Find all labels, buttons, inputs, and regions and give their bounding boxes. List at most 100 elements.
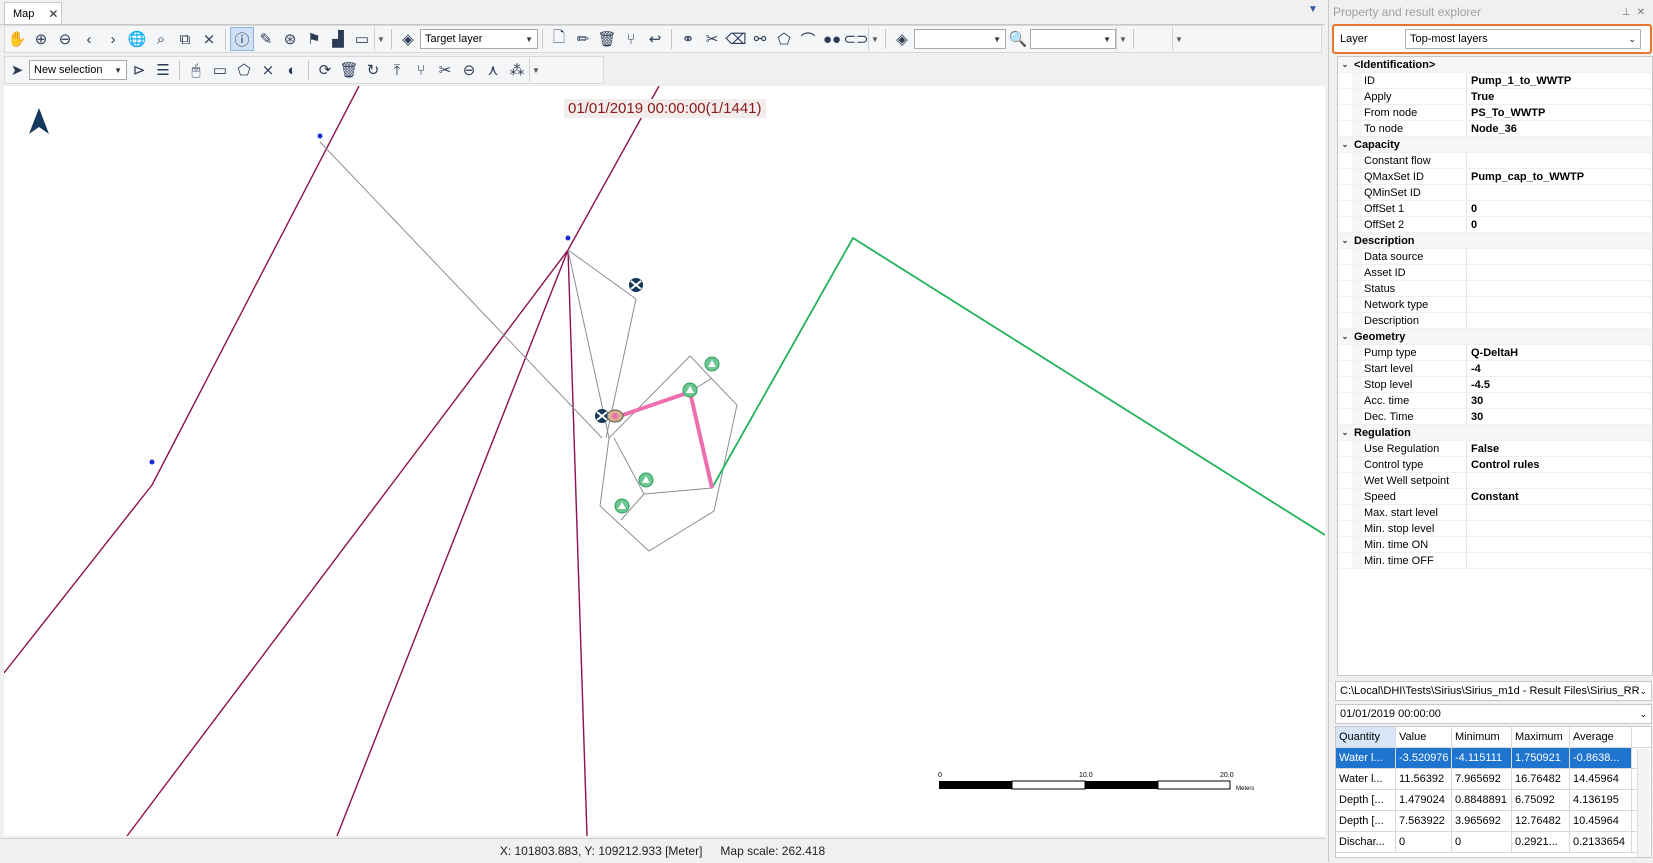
- property-row[interactable]: Acc. time 30: [1338, 393, 1652, 409]
- result-table-scrollbar[interactable]: [1637, 749, 1650, 857]
- filter-selection-icon[interactable]: ⊳: [127, 58, 151, 82]
- close-icon[interactable]: ✕: [48, 7, 58, 21]
- result-file-select[interactable]: C:\Local\DHI\Tests\Sirius\Sirius_m1d - R…: [1335, 681, 1652, 701]
- rotate-icon[interactable]: ↻: [361, 58, 385, 82]
- property-value[interactable]: False: [1467, 443, 1652, 455]
- invert-selection-icon[interactable]: ◐: [280, 58, 304, 82]
- chart-icon[interactable]: ▟: [326, 27, 350, 51]
- full-extent-globe-icon[interactable]: 🌐: [125, 27, 149, 51]
- zoom-in-icon[interactable]: ⊕: [29, 27, 53, 51]
- dots-icon[interactable]: ●●: [820, 27, 844, 51]
- edit-attributes-icon[interactable]: ✎: [254, 27, 278, 51]
- collapse-chevron-icon[interactable]: ⌄: [1338, 332, 1352, 341]
- connect-icon[interactable]: ⚭: [676, 27, 700, 51]
- clear-selection-icon[interactable]: ⨯: [197, 27, 221, 51]
- property-value[interactable]: -4.5: [1467, 379, 1652, 391]
- node-point[interactable]: [149, 459, 155, 465]
- property-row[interactable]: Control type Control rules: [1338, 457, 1652, 473]
- selected-pump-link[interactable]: [613, 390, 714, 489]
- property-row[interactable]: Use Regulation False: [1338, 441, 1652, 457]
- catchment-icon[interactable]: [704, 356, 720, 372]
- new-feature-icon[interactable]: 🗋: [547, 27, 571, 51]
- collapse-chevron-icon[interactable]: ⌄: [1338, 236, 1352, 245]
- info-icon[interactable]: ⓘ: [230, 27, 254, 51]
- polygon-select-icon[interactable]: ⬠: [232, 58, 256, 82]
- toolbar-overflow-icon[interactable]: ▼: [1172, 27, 1185, 51]
- link-line[interactable]: [643, 487, 713, 495]
- manhole-icon[interactable]: [629, 278, 643, 292]
- property-row[interactable]: Min. stop level: [1338, 521, 1652, 537]
- property-value[interactable]: 30: [1467, 395, 1652, 407]
- collapse-chevron-icon[interactable]: ⌄: [1338, 428, 1352, 437]
- property-value[interactable]: -4: [1467, 363, 1652, 375]
- merge-icon[interactable]: ⊖: [457, 58, 481, 82]
- polygon-node-icon[interactable]: ⬠: [772, 27, 796, 51]
- property-value[interactable]: Q-DeltaH: [1467, 347, 1652, 359]
- mouse-icon[interactable]: 🖱: [184, 58, 208, 82]
- layers-icon[interactable]: ◈: [396, 27, 420, 51]
- property-row[interactable]: Min. time OFF: [1338, 553, 1652, 569]
- pipe-line[interactable]: [567, 249, 588, 836]
- catchment-icon[interactable]: [614, 498, 630, 514]
- property-row[interactable]: OffSet 10: [1338, 201, 1652, 217]
- property-row[interactable]: Apply True: [1338, 89, 1652, 105]
- pencil-icon[interactable]: ✏: [571, 27, 595, 51]
- split-icon[interactable]: ⑂: [619, 27, 643, 51]
- pipe-line[interactable]: [336, 249, 569, 836]
- undo-edit-icon[interactable]: ↩: [643, 27, 667, 51]
- property-row[interactable]: To node Node_36: [1338, 121, 1652, 137]
- table-row[interactable]: Depth [... 7.563922 3.965692 12.76482 10.459…: [1336, 811, 1651, 832]
- pipe-line[interactable]: [151, 86, 360, 486]
- property-row[interactable]: Status: [1338, 281, 1652, 297]
- property-row[interactable]: OffSet 20: [1338, 217, 1652, 233]
- property-category[interactable]: ⌄ Geometry: [1338, 329, 1652, 345]
- zoom-out-icon[interactable]: ⊖: [53, 27, 77, 51]
- group-icon[interactable]: ⁂: [505, 58, 529, 82]
- toolbar-overflow-icon[interactable]: ▼: [529, 58, 542, 82]
- previous-extent-icon[interactable]: ‹: [77, 27, 101, 51]
- property-row[interactable]: ID Pump_1_to_WWTP: [1338, 73, 1652, 89]
- search-icon[interactable]: 🔍: [1006, 27, 1030, 51]
- catchment-icon[interactable]: [682, 382, 698, 398]
- property-row[interactable]: QMinSet ID: [1338, 185, 1652, 201]
- property-value[interactable]: 30: [1467, 411, 1652, 423]
- clear-select-icon[interactable]: ⨯: [256, 58, 280, 82]
- selection-mode-select[interactable]: New selection ▼: [29, 60, 127, 80]
- property-category[interactable]: ⌄ Regulation: [1338, 425, 1652, 441]
- property-row[interactable]: Min. time ON: [1338, 537, 1652, 553]
- tree-icon[interactable]: ⋏: [481, 58, 505, 82]
- property-row[interactable]: Data source: [1338, 249, 1652, 265]
- property-value[interactable]: 0: [1467, 203, 1652, 215]
- search-combo[interactable]: ▼: [1030, 29, 1116, 49]
- property-row[interactable]: From node PS_To_WWTP: [1338, 105, 1652, 121]
- property-value[interactable]: 0: [1467, 219, 1652, 231]
- toolbar-overflow-icon[interactable]: ▼: [868, 27, 881, 51]
- layer-select[interactable]: Top-most layers ⌄: [1405, 29, 1641, 49]
- property-row[interactable]: Start level -4: [1338, 361, 1652, 377]
- column-header[interactable]: Value: [1396, 727, 1452, 747]
- toolbar-overflow-icon[interactable]: ▼: [374, 27, 387, 51]
- property-row[interactable]: Stop level -4.5: [1338, 377, 1652, 393]
- select-arrow-icon[interactable]: ➤: [5, 58, 29, 82]
- scissors-icon[interactable]: ✂: [700, 27, 724, 51]
- layer-stack-icon[interactable]: ◈: [890, 27, 914, 51]
- catchment-outline[interactable]: [599, 355, 738, 552]
- node-point[interactable]: [317, 133, 323, 139]
- property-row[interactable]: Speed Constant: [1338, 489, 1652, 505]
- cut-nodes-icon[interactable]: ✂: [433, 58, 457, 82]
- list-icon[interactable]: ☰: [151, 58, 175, 82]
- layer-combo[interactable]: ▼: [914, 29, 1006, 49]
- zoom-layer-icon[interactable]: ⧉: [173, 27, 197, 51]
- column-header[interactable]: Minimum: [1452, 727, 1512, 747]
- column-header[interactable]: Average: [1570, 727, 1632, 747]
- pump-station-icon[interactable]: [606, 409, 624, 423]
- property-value[interactable]: True: [1467, 91, 1652, 103]
- node-point[interactable]: [565, 235, 571, 241]
- delete-selected-icon[interactable]: 🗑: [337, 58, 361, 82]
- tab-menu-arrow-icon[interactable]: ▼: [1308, 4, 1318, 15]
- zoom-selection-icon[interactable]: ⌕: [149, 27, 173, 51]
- pan-icon[interactable]: ✋: [5, 27, 29, 51]
- target-layer-select[interactable]: Target layer ▼: [420, 29, 538, 49]
- map-canvas[interactable]: 0 10.0 20.0 Meters: [4, 86, 1325, 836]
- link-line[interactable]: [567, 249, 637, 300]
